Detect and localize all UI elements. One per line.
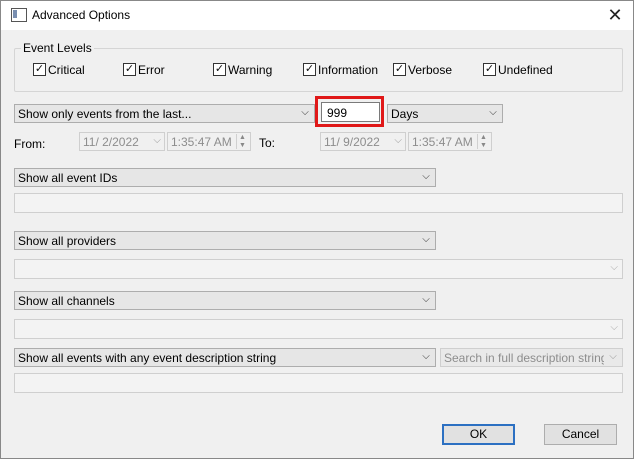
checkbox-label: Information (318, 63, 379, 77)
checkbox-label: Verbose (408, 63, 453, 77)
to-time-value: 1:35:47 AM (412, 135, 473, 149)
check-icon: ✓ (213, 63, 226, 76)
window-title: Advanced Options (32, 8, 131, 22)
checkbox-label: Error (138, 63, 165, 77)
to-time-picker[interactable]: 1:35:47 AM ▲ ▼ (408, 132, 492, 151)
providers-dropdown[interactable]: Show all providers ⌵ (14, 231, 436, 250)
time-spinner[interactable]: ▲ ▼ (236, 134, 248, 149)
highlight-box (315, 96, 384, 127)
chevron-down-icon: ⌵ (301, 107, 309, 118)
check-icon: ✓ (123, 63, 136, 76)
chevron-down-icon: ⌵ (153, 135, 161, 146)
chevron-down-icon: ⌵ (422, 234, 430, 245)
chevron-down-icon: ⌵ (422, 294, 430, 305)
check-icon: ✓ (483, 63, 496, 76)
chevron-down-icon: ⌵ (394, 135, 402, 146)
close-icon[interactable]: ✕ (603, 4, 627, 26)
to-date-value: 11/ 9/2022 (324, 135, 380, 149)
to-label: To: (259, 136, 276, 150)
channels-dropdown[interactable]: Show all channels ⌵ (14, 291, 436, 310)
chevron-down-icon: ⌵ (422, 351, 430, 362)
dropdown-value: Show all event IDs (18, 171, 118, 185)
chevron-down-icon: ⌵ (610, 322, 618, 333)
dropdown-value: Show all providers (18, 234, 117, 248)
window-icon (11, 8, 27, 22)
time-range-mode-dropdown[interactable]: Show only events from the last... ⌵ (14, 104, 315, 123)
check-icon: ✓ (393, 63, 406, 76)
dropdown-value: Days (391, 107, 419, 121)
check-icon: ✓ (303, 63, 316, 76)
cancel-button[interactable]: Cancel (544, 424, 617, 445)
from-label: From: (14, 137, 46, 151)
checkbox-label: Warning (228, 63, 273, 77)
chevron-down-icon: ⌵ (422, 171, 430, 182)
ok-button[interactable]: OK (442, 424, 515, 445)
chevron-down-icon: ⌵ (609, 351, 617, 362)
chevron-down-icon: ⌵ (610, 262, 618, 273)
checkbox-label: Critical (48, 63, 85, 77)
event-ids-input[interactable] (14, 193, 623, 213)
description-search-input[interactable] (14, 373, 623, 393)
time-unit-dropdown[interactable]: Days ⌵ (387, 104, 503, 123)
from-time-value: 1:35:47 AM (171, 135, 232, 149)
from-date-value: 11/ 2/2022 (83, 135, 139, 149)
dropdown-value: Search in full description string (S (444, 351, 604, 365)
checkbox-label: Undefined (498, 63, 553, 77)
dropdown-value: Show all events with any event descripti… (18, 351, 277, 365)
channels-list[interactable]: ⌵ (14, 319, 623, 339)
event-ids-dropdown[interactable]: Show all event IDs ⌵ (14, 168, 436, 187)
event-levels-legend: Event Levels (21, 41, 94, 55)
time-spinner[interactable]: ▲ ▼ (477, 134, 489, 149)
title-bar: Advanced Options ✕ (1, 1, 633, 30)
advanced-options-dialog: Advanced Options ✕ Event Levels ✓ Critic… (0, 0, 634, 459)
to-date-picker[interactable]: 11/ 9/2022 ⌵ (320, 132, 406, 151)
check-icon: ✓ (33, 63, 46, 76)
from-date-picker[interactable]: 11/ 2/2022 ⌵ (79, 132, 165, 151)
chevron-down-icon: ⌵ (489, 107, 497, 118)
search-scope-dropdown[interactable]: Search in full description string (S ⌵ (440, 348, 623, 367)
dropdown-value: Show all channels (18, 294, 115, 308)
providers-list[interactable]: ⌵ (14, 259, 623, 279)
dropdown-value: Show only events from the last... (18, 107, 192, 121)
from-time-picker[interactable]: 1:35:47 AM ▲ ▼ (167, 132, 251, 151)
description-filter-dropdown[interactable]: Show all events with any event descripti… (14, 348, 436, 367)
